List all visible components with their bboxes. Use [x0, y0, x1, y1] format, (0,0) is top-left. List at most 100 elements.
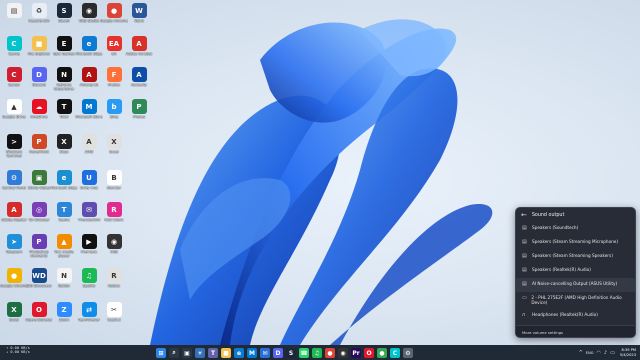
desktop-icon[interactable]: N Notion	[51, 268, 77, 298]
clock[interactable]: 8:39 PM 5/4/2023	[620, 348, 636, 357]
taskbar-edge-icon[interactable]: e	[234, 348, 244, 358]
language-indicator[interactable]: ENG	[586, 351, 594, 355]
back-arrow-icon[interactable]: ←	[521, 211, 527, 219]
taskbar-widgets-icon[interactable]: ☀	[195, 348, 205, 358]
taskbar-store-icon[interactable]: M	[247, 348, 257, 358]
desktop-icon[interactable]: e Microsoft Edge	[51, 170, 77, 200]
taskbar-file-explorer-icon[interactable]: ■	[221, 348, 231, 358]
taskbar-chrome2-icon[interactable]: ●	[377, 348, 387, 358]
desktop-icon[interactable]: ➤ Telegram	[1, 234, 27, 264]
desktop-icon[interactable]: M Microsoft Store	[76, 99, 103, 129]
taskbar-settings-icon[interactable]: ⚙	[403, 348, 413, 358]
audio-device-item[interactable]: ▤ AI Noise-cancelling Output (ASUS Utilit…	[516, 278, 635, 292]
app-icon: X	[6, 302, 22, 317]
volume-icon[interactable]: ♪	[604, 350, 607, 356]
desktop-icon[interactable]: ▶ Premiere	[76, 234, 102, 264]
desktop-icon[interactable]: ▤	[1, 3, 27, 33]
desktop-icon[interactable]: B Blender	[101, 170, 127, 200]
taskbar-opera-icon[interactable]: O	[364, 348, 374, 358]
desktop-icon[interactable]: X Xbox	[51, 134, 77, 164]
app-icon: N	[56, 268, 72, 283]
more-volume-settings-link[interactable]: More volume settings	[516, 325, 635, 337]
desktop-icon[interactable]: e Microsoft Edge	[76, 36, 102, 66]
desktop-icon[interactable]: P Photoshop Elements	[26, 234, 52, 264]
taskbar-chrome-icon[interactable]: ●	[325, 348, 335, 358]
desktop-icon[interactable]: ● Google Chrome	[0, 268, 28, 298]
taskbar-steam-icon[interactable]: S	[286, 348, 296, 358]
taskbar-obs-icon[interactable]: ◉	[338, 348, 348, 358]
taskbar-premiere-icon[interactable]: Pr	[351, 348, 361, 358]
desktop-icon[interactable]: P PowerPoint	[26, 134, 52, 164]
desktop-icon[interactable]: ◎ Tor Browser	[26, 202, 52, 232]
desktop-icon[interactable]: ☁ OneDrive	[26, 99, 52, 129]
desktop-icon[interactable]: W Word	[126, 3, 152, 33]
taskbar-spotify-icon[interactable]: ♫	[312, 348, 322, 358]
desktop-icon[interactable]: > Windows Terminal	[1, 134, 27, 164]
desktop-icon[interactable]: EA EA	[101, 36, 127, 66]
desktop-icon[interactable]: ⇄ TeamViewer	[76, 302, 102, 332]
desktop-icon[interactable]: ▲ Google Drive	[1, 99, 27, 129]
desktop-icon[interactable]: A Adobe Acrobat	[126, 36, 152, 66]
taskbar-discord-icon[interactable]: D	[273, 348, 283, 358]
desktop-icon[interactable]: ◉ OBS Studio	[76, 3, 102, 33]
desktop-icon-label: Tidal	[59, 115, 69, 119]
desktop-icon[interactable]: ♫ Spotify	[76, 268, 102, 298]
desktop-icon[interactable]: R Riot Client	[101, 202, 127, 232]
desktop-icon[interactable]: O Opera Browser	[26, 302, 52, 332]
battery-icon[interactable]: ▭	[610, 350, 615, 356]
desktop-icon[interactable]: T Teams	[51, 202, 77, 232]
taskbar-task-view-icon[interactable]: ▣	[182, 348, 192, 358]
taskbar-canva-icon[interactable]: C	[390, 348, 400, 358]
audio-device-item[interactable]: ▤ Speakers (Realtek(R) Audio)	[516, 264, 635, 278]
desktop-icon[interactable]: R Roblox	[101, 268, 127, 298]
desktop-icon[interactable]: C Canva	[1, 36, 27, 66]
desktop-icon[interactable]: ▣ Sticky Notes	[26, 170, 52, 200]
desktop-icon[interactable]: ✂ CapCut	[101, 302, 127, 332]
desktop-icon[interactable]: WD WD Discovery	[26, 268, 52, 298]
app-icon: ●	[106, 3, 122, 18]
device-list: ▤ Speakers (Soundtech) ▤ Speakers (Steam St…	[516, 222, 635, 323]
audio-device-item[interactable]: ▤ Speakers (Steam Streaming Speakers)	[516, 250, 635, 264]
desktop-icon[interactable]: ■ File Explorer	[26, 36, 52, 66]
desktop-icon[interactable]: S Steam	[51, 3, 77, 33]
app-icon: B	[106, 170, 122, 185]
desktop-icon[interactable]: ♻ Recycle Bin	[26, 3, 52, 33]
desktop-icon[interactable]: N GeForce Experience	[51, 67, 77, 97]
taskbar-start-icon[interactable]: ⊞	[156, 348, 166, 358]
desktop-icon[interactable]: X Excel	[101, 134, 127, 164]
desktop-icon[interactable]: E Epic Games	[51, 36, 77, 66]
desktop-icon[interactable]: X Excel	[1, 302, 27, 332]
taskbar-mail-icon[interactable]: ✉	[260, 348, 270, 358]
desktop-icon[interactable]: ◉ OBS	[101, 234, 127, 264]
desktop-icon[interactable]: ● Google Chrome	[100, 3, 128, 33]
desktop-icon[interactable]: D Discord	[26, 67, 52, 97]
taskbar-chat-icon[interactable]: T	[208, 348, 218, 358]
desktop-icon[interactable]: A Among Us	[76, 67, 102, 97]
desktop-icon[interactable]: Z Zoom	[51, 302, 77, 332]
desktop-icon[interactable]: A Audacity	[126, 67, 152, 97]
audio-device-item[interactable]: ▤ Speakers (Steam Streaming Microphone)	[516, 236, 635, 250]
desktop-icon-label: AMD	[84, 150, 94, 154]
audio-device-item[interactable]: ∩ Headphones (Realtek(R) Audio)	[516, 309, 635, 323]
desktop-icon[interactable]: A AMD	[76, 134, 102, 164]
desktop-icon[interactable]: b Bing	[101, 99, 127, 129]
desktop-icon[interactable]: T Tidal	[51, 99, 77, 129]
desktop-icon[interactable]: C Canon	[1, 67, 27, 97]
desktop-icon[interactable]: P Photos	[126, 99, 152, 129]
desktop-icon[interactable]: ▲ VLC media player	[51, 234, 77, 264]
tray-chevron-icon[interactable]: ^	[579, 350, 583, 356]
audio-device-item[interactable]: ▭ 2 - PHL 275E2F (AMD High Definition Aud…	[516, 292, 635, 309]
taskbar-whatsapp-icon[interactable]: ☎	[299, 348, 309, 358]
desktop-icon[interactable]: A Adobe Reader	[1, 202, 27, 232]
app-icon: EA	[106, 36, 122, 51]
desktop-icon[interactable]: ✉ Thunderbird	[76, 202, 102, 232]
desktop-icon[interactable]: ⚙ Control Panel	[1, 170, 27, 200]
app-icon: R	[106, 268, 122, 283]
desktop-icon[interactable]: F Firefox	[101, 67, 127, 97]
taskbar-search-icon[interactable]: ⌕	[169, 348, 179, 358]
desktop-icon-label: Word	[134, 19, 144, 23]
desktop-icon-label: VLC media player	[54, 250, 74, 258]
wifi-icon[interactable]: ◠	[597, 350, 601, 356]
desktop-icon[interactable]: U Unity Hub	[76, 170, 102, 200]
audio-device-item[interactable]: ▤ Speakers (Soundtech)	[516, 222, 635, 236]
